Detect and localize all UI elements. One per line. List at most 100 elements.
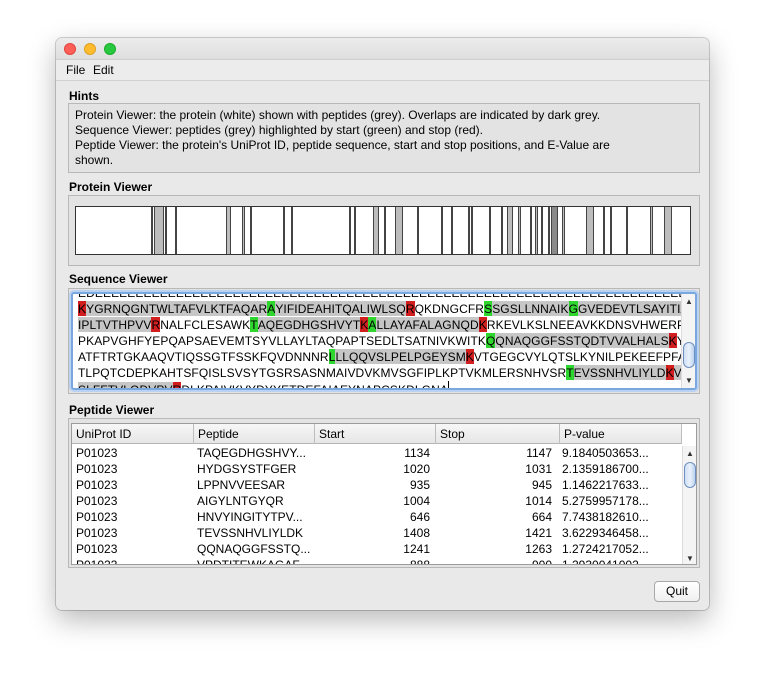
peptide-segment: GVEDEVTLSAYITIALLE: [578, 301, 695, 316]
peptide-stop-residue: K: [465, 349, 474, 364]
peptide-mark: [562, 207, 565, 254]
hint-line: shown.: [75, 153, 114, 167]
peptide-mark: [349, 207, 351, 254]
sequence-segment: QKDNGCFR: [414, 302, 485, 316]
scroll-thumb[interactable]: [684, 462, 696, 488]
scroll-up-arrow-icon[interactable]: ▲: [683, 447, 696, 460]
quit-button[interactable]: Quit: [654, 581, 700, 602]
cell-peptide: TEVSSNHVLIYLDK: [197, 526, 304, 540]
menu-edit[interactable]: Edit: [93, 63, 114, 77]
peptide-stop-residue: R: [151, 317, 161, 332]
column-header-peptide[interactable]: Peptide: [194, 424, 315, 444]
cell-stop: 1031: [525, 462, 552, 476]
scroll-down-arrow-icon[interactable]: ▼: [682, 374, 695, 387]
cell-start: 1134: [404, 446, 430, 460]
peptide-segment: YGRNQGNTWLTAFVLKTFAQAR: [86, 301, 268, 316]
sequence-line: PKAPVGHFYEPQAPSAEVEMTSYVLLAYLTAQPAPTSEDL…: [78, 333, 695, 349]
peptide-segment: IPLTVTHPVV: [78, 317, 152, 332]
sequence-line: SLFFTVLQDVPVRDLKPAIVKVYDYYETDEFAIAEYNAPC…: [78, 381, 678, 390]
peptide-segment: YIFIDEAHITQALIWLSQ: [275, 301, 406, 316]
maximize-window-button[interactable]: [104, 43, 116, 55]
cell-peptide: AIGYLNTGYQR: [197, 494, 284, 508]
column-header-stop[interactable]: Stop: [436, 424, 560, 444]
peptide-start-residue: Q: [485, 333, 496, 348]
peptide-start-residue: A: [267, 301, 276, 316]
peptide-mark: [501, 207, 503, 254]
table-row[interactable]: P01023 LPPNVVEESAR 935 945 1.1462217633...: [72, 477, 682, 493]
peptide-mark: [518, 207, 521, 254]
sequence-text: EDEEEEEEEEEEEEEEEEEEEEEEEEEEEEEEEEEEEEEE…: [78, 294, 695, 390]
scroll-down-arrow-icon[interactable]: ▼: [683, 552, 696, 564]
peptide-segment: LLQQVSLPELPGEYSM: [335, 349, 466, 364]
peptide-mark: [603, 207, 605, 254]
table-row[interactable]: P01023 TEVSSNHVLIYLDK 1408 1421 3.6229346458…: [72, 525, 682, 541]
peptide-start-residue: A: [368, 317, 377, 332]
peptide-start-residue: T: [250, 317, 258, 332]
scroll-thumb[interactable]: [683, 342, 695, 368]
cell-stop: 1263: [525, 542, 552, 556]
table-row[interactable]: P01023 TAQEGDHGSHVY... 1134 1147 9.184050365…: [72, 445, 682, 461]
sequence-segment: RKEVLKSLNEEAVKKDNSVHWERPQK: [486, 318, 697, 332]
sequence-viewer-title: Sequence Viewer: [69, 272, 168, 286]
peptide-stop-residue: K: [668, 333, 677, 348]
app-window: File Edit Hints Protein Viewer: the prot…: [56, 38, 709, 610]
protein-bar: [75, 206, 691, 255]
cell-start: 1004: [403, 494, 430, 508]
peptide-mark: [650, 207, 653, 254]
column-header-uniprot-id[interactable]: UniProt ID: [72, 424, 194, 444]
peptide-segment: QNAQGGFSSTQDTVVALHALS: [495, 333, 669, 348]
sequence-segment: TLPQTCDEPKAHTSFQISLSVSYTGSRSASNMAIVDVKMV…: [78, 366, 567, 380]
sequence-segment: VTGEGCVYLQTSLKYNILPEKEEFPFALGVQ: [473, 350, 697, 364]
cell-p-value: 1.2724217052...: [562, 542, 649, 556]
table-scrollbar[interactable]: ▲ ▼: [682, 446, 696, 564]
sequence-line: EDEEEEEEEEEEEEEEEEEEEEEEEEEEEEEEEEEEEEEE…: [78, 294, 694, 301]
sequence-segment: EDEEEEEEEEEEEEEEEEEEEEEEEEEEEEEEEEEEEEEE…: [78, 292, 695, 300]
protein-viewer-panel: [68, 195, 700, 266]
cell-stop: 945: [531, 478, 552, 492]
peptide-segment: SGSLLNNAIK: [492, 301, 569, 316]
sequence-line: ATFTRTGKAAQVTIQSSGTFSSKFQVDNNNRLLLQQVSLP…: [78, 349, 695, 365]
peptide-mark: [165, 207, 167, 254]
menu-file[interactable]: File: [66, 63, 85, 77]
peptide-start-residue: G: [568, 301, 578, 316]
scroll-up-arrow-icon[interactable]: ▲: [682, 295, 695, 308]
column-header-p-value[interactable]: P-value: [560, 424, 682, 444]
peptide-mark: [468, 207, 470, 254]
table-row[interactable]: P01023 AIGYLNTGYQR 1004 1014 5.2759957178...: [72, 493, 682, 509]
peptide-mark: [384, 207, 386, 254]
peptide-mark: [242, 207, 245, 254]
peptide-mark: [586, 207, 594, 254]
peptide-mark: [664, 207, 672, 254]
sequence-segment: NALFCLESAWK: [160, 318, 251, 332]
cell-start: 888: [409, 558, 430, 565]
cell-stop: 900: [531, 558, 552, 565]
hints-panel: Protein Viewer: the protein (white) show…: [68, 103, 700, 173]
peptide-mark: [548, 207, 550, 254]
peptide-stop-residue: R: [172, 382, 182, 388]
peptide-mark: [354, 207, 356, 254]
peptide-mark: [250, 207, 252, 254]
column-header-start[interactable]: Start: [315, 424, 436, 444]
table-row[interactable]: P01023 HNVYINGITYTPV... 646 664 7.7438182610…: [72, 509, 682, 525]
protein-viewer-title: Protein Viewer: [69, 180, 153, 194]
peptide-start-residue: S: [484, 301, 493, 316]
sequence-text-area[interactable]: EDEEEEEEEEEEEEEEEEEEEEEEEEEEEEEEEEEEEEEE…: [71, 292, 697, 390]
peptide-segment: LLAYAFALAGNQD: [376, 317, 479, 332]
menu-bar: File Edit: [56, 60, 709, 81]
cell-p-value: 1.1462217633...: [562, 478, 649, 492]
table-row[interactable]: P01023 QQNAQGGFSSTQ... 1241 1263 1.272421705…: [72, 541, 682, 557]
sequence-segment: PKAPVGHFYEPQAPSAEVEMTSYVLLAYLTAQPAPTSEDL…: [78, 334, 486, 348]
minimize-window-button[interactable]: [84, 43, 96, 55]
cell-p-value: 3.6229346458...: [562, 526, 649, 540]
close-window-button[interactable]: [64, 43, 76, 55]
sequence-scrollbar[interactable]: ▲ ▼: [681, 294, 695, 388]
sequence-segment: DLKPAIVKVYDYYETDEFAIAEYNAPCSKDLGNA: [181, 383, 448, 390]
peptide-stop-residue: K: [665, 365, 674, 380]
cell-uniprot-id: P01023: [76, 542, 118, 556]
peptide-viewer-title: Peptide Viewer: [69, 403, 155, 417]
table-row[interactable]: P01023 VPDTITEWKAGAF 888 900 1.2930041002...: [72, 557, 682, 565]
cell-uniprot-id: P01023: [76, 526, 118, 540]
peptide-start-residue: T: [566, 365, 574, 380]
table-row[interactable]: P01023 HYDGSYSTFGER 1020 1031 2.1359186700..…: [72, 461, 682, 477]
cell-peptide: TAQEGDHGSHVY...: [197, 446, 306, 460]
